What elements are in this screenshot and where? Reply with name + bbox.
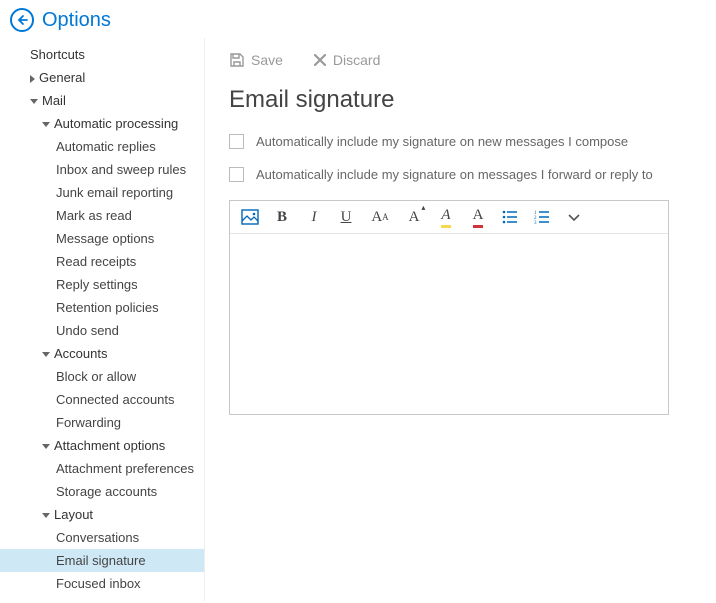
font-color-button[interactable]: A: [468, 207, 488, 227]
main-content: Save Discard Email signature Automatical…: [205, 38, 716, 601]
discard-icon: [313, 53, 327, 67]
sidebar-item-junk[interactable]: Junk email reporting: [0, 181, 204, 204]
bullet-list-button[interactable]: [500, 207, 520, 227]
sidebar-item-attachment-prefs[interactable]: Attachment preferences: [0, 457, 204, 480]
image-icon: [241, 209, 259, 225]
option-auto-new: Automatically include my signature on ne…: [229, 134, 692, 149]
svg-text:3: 3: [534, 221, 537, 224]
sidebar-label: Attachment options: [54, 438, 165, 453]
numbers-icon: 1 2 3: [534, 210, 550, 224]
sidebar-label: Undo send: [56, 323, 119, 338]
save-icon: [229, 52, 245, 68]
sidebar-item-general[interactable]: General: [0, 66, 204, 89]
sidebar-label: Conversations: [56, 530, 139, 545]
back-button[interactable]: [10, 8, 34, 32]
discard-label: Discard: [333, 52, 380, 68]
sidebar-label: Attachment preferences: [56, 461, 194, 476]
chevron-down-icon: [567, 212, 581, 222]
sidebar-label: Inbox and sweep rules: [56, 162, 186, 177]
sidebar-label: Mark as read: [56, 208, 132, 223]
header: Options: [0, 0, 716, 38]
sidebar-item-email-signature[interactable]: Email signature: [0, 549, 204, 572]
sidebar-label: Forwarding: [56, 415, 121, 430]
sidebar-item-reply-settings[interactable]: Reply settings: [0, 273, 204, 296]
sidebar-label: Reply settings: [56, 277, 138, 292]
sidebar: Shortcuts General Mail Automatic process…: [0, 38, 205, 601]
sidebar-label: General: [39, 70, 85, 85]
sidebar-item-mark-read[interactable]: Mark as read: [0, 204, 204, 227]
sidebar-item-auto-replies[interactable]: Automatic replies: [0, 135, 204, 158]
grow-font-button[interactable]: A▴: [404, 207, 424, 227]
sidebar-label: Message options: [56, 231, 154, 246]
sidebar-item-accounts[interactable]: Accounts: [0, 342, 204, 365]
sidebar-item-conversations[interactable]: Conversations: [0, 526, 204, 549]
sidebar-label: Retention policies: [56, 300, 159, 315]
sidebar-label: Mail: [42, 93, 66, 108]
sidebar-label: Focused inbox: [56, 576, 141, 591]
sidebar-label: Layout: [54, 507, 93, 522]
underline-button[interactable]: U: [336, 207, 356, 227]
font-size-button[interactable]: AA: [368, 207, 392, 227]
save-label: Save: [251, 52, 283, 68]
sidebar-label: Block or allow: [56, 369, 136, 384]
sidebar-item-layout[interactable]: Layout: [0, 503, 204, 526]
sidebar-item-message-options[interactable]: Message options: [0, 227, 204, 250]
sidebar-item-attachment-options[interactable]: Attachment options: [0, 434, 204, 457]
option-label: Automatically include my signature on ne…: [256, 134, 628, 149]
sidebar-label: Storage accounts: [56, 484, 157, 499]
italic-button[interactable]: I: [304, 207, 324, 227]
sidebar-item-undo-send[interactable]: Undo send: [0, 319, 204, 342]
option-label: Automatically include my signature on me…: [256, 167, 653, 182]
insert-image-button[interactable]: [240, 207, 260, 227]
sidebar-item-focused-inbox[interactable]: Focused inbox: [0, 572, 204, 595]
sidebar-label: Connected accounts: [56, 392, 175, 407]
action-toolbar: Save Discard: [229, 52, 692, 68]
sidebar-item-read-receipts[interactable]: Read receipts: [0, 250, 204, 273]
signature-editor: B I U AA A▴ A A: [229, 200, 669, 415]
page-header-title: Options: [42, 9, 111, 32]
sidebar-label: Shortcuts: [30, 47, 85, 62]
editor-toolbar: B I U AA A▴ A A: [230, 201, 668, 234]
sidebar-item-inbox-sweep[interactable]: Inbox and sweep rules: [0, 158, 204, 181]
sidebar-label: Automatic replies: [56, 139, 156, 154]
arrow-left-icon: [16, 14, 28, 26]
sidebar-item-connected[interactable]: Connected accounts: [0, 388, 204, 411]
sidebar-label: Read receipts: [56, 254, 136, 269]
sidebar-item-mail[interactable]: Mail: [0, 89, 204, 112]
save-button[interactable]: Save: [229, 52, 283, 68]
highlight-button[interactable]: A: [436, 207, 456, 227]
sidebar-item-auto-processing[interactable]: Automatic processing: [0, 112, 204, 135]
sidebar-item-storage[interactable]: Storage accounts: [0, 480, 204, 503]
sidebar-label: Automatic processing: [54, 116, 178, 131]
option-auto-forward: Automatically include my signature on me…: [229, 167, 692, 182]
page-title: Email signature: [229, 86, 692, 114]
sidebar-item-shortcuts[interactable]: Shortcuts: [0, 43, 204, 66]
sidebar-item-block-allow[interactable]: Block or allow: [0, 365, 204, 388]
caret-down-icon: [42, 122, 50, 127]
caret-down-icon: [42, 513, 50, 518]
caret-right-icon: [30, 75, 35, 83]
caret-down-icon: [42, 352, 50, 357]
sidebar-label: Accounts: [54, 346, 107, 361]
editor-textarea[interactable]: [230, 234, 668, 250]
bold-button[interactable]: B: [272, 207, 292, 227]
sidebar-item-forwarding[interactable]: Forwarding: [0, 411, 204, 434]
number-list-button[interactable]: 1 2 3: [532, 207, 552, 227]
checkbox-auto-new[interactable]: [229, 134, 244, 149]
discard-button[interactable]: Discard: [313, 52, 380, 68]
sidebar-item-retention[interactable]: Retention policies: [0, 296, 204, 319]
caret-down-icon: [30, 99, 38, 104]
bullets-icon: [502, 210, 518, 224]
more-formatting-button[interactable]: [564, 207, 584, 227]
caret-down-icon: [42, 444, 50, 449]
sidebar-label: Junk email reporting: [56, 185, 173, 200]
sidebar-label: Email signature: [56, 553, 146, 568]
checkbox-auto-forward[interactable]: [229, 167, 244, 182]
